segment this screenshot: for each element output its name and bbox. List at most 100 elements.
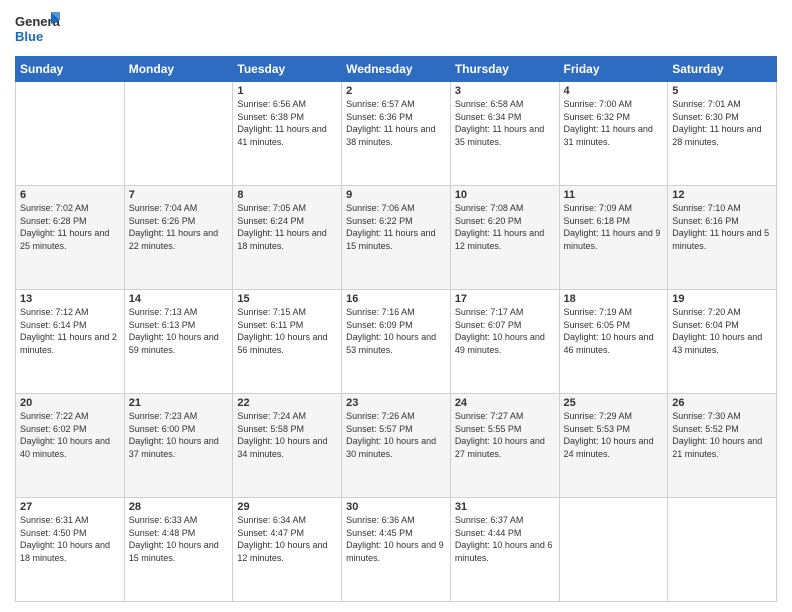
day-number: 20 bbox=[20, 397, 120, 409]
day-number: 16 bbox=[346, 293, 446, 305]
day-number: 31 bbox=[455, 501, 555, 513]
day-cell: 30Sunrise: 6:36 AM Sunset: 4:45 PM Dayli… bbox=[342, 498, 451, 602]
day-cell: 23Sunrise: 7:26 AM Sunset: 5:57 PM Dayli… bbox=[342, 394, 451, 498]
week-row-4: 20Sunrise: 7:22 AM Sunset: 6:02 PM Dayli… bbox=[16, 394, 777, 498]
day-cell bbox=[559, 498, 668, 602]
day-number: 14 bbox=[129, 293, 229, 305]
day-info: Sunrise: 7:23 AM Sunset: 6:00 PM Dayligh… bbox=[129, 410, 229, 460]
day-cell bbox=[124, 82, 233, 186]
day-number: 11 bbox=[564, 189, 664, 201]
day-number: 25 bbox=[564, 397, 664, 409]
day-info: Sunrise: 7:26 AM Sunset: 5:57 PM Dayligh… bbox=[346, 410, 446, 460]
svg-text:Blue: Blue bbox=[15, 29, 43, 44]
day-info: Sunrise: 6:33 AM Sunset: 4:48 PM Dayligh… bbox=[129, 514, 229, 564]
day-number: 8 bbox=[237, 189, 337, 201]
day-cell: 27Sunrise: 6:31 AM Sunset: 4:50 PM Dayli… bbox=[16, 498, 125, 602]
weekday-sunday: Sunday bbox=[16, 57, 125, 82]
day-info: Sunrise: 7:09 AM Sunset: 6:18 PM Dayligh… bbox=[564, 202, 664, 252]
day-number: 1 bbox=[237, 85, 337, 97]
day-cell: 8Sunrise: 7:05 AM Sunset: 6:24 PM Daylig… bbox=[233, 186, 342, 290]
day-cell: 20Sunrise: 7:22 AM Sunset: 6:02 PM Dayli… bbox=[16, 394, 125, 498]
day-cell: 21Sunrise: 7:23 AM Sunset: 6:00 PM Dayli… bbox=[124, 394, 233, 498]
day-info: Sunrise: 7:16 AM Sunset: 6:09 PM Dayligh… bbox=[346, 306, 446, 356]
day-info: Sunrise: 6:58 AM Sunset: 6:34 PM Dayligh… bbox=[455, 98, 555, 148]
day-number: 18 bbox=[564, 293, 664, 305]
day-cell: 18Sunrise: 7:19 AM Sunset: 6:05 PM Dayli… bbox=[559, 290, 668, 394]
week-row-3: 13Sunrise: 7:12 AM Sunset: 6:14 PM Dayli… bbox=[16, 290, 777, 394]
logo-svg: GeneralBlue bbox=[15, 10, 60, 48]
day-number: 29 bbox=[237, 501, 337, 513]
day-cell: 24Sunrise: 7:27 AM Sunset: 5:55 PM Dayli… bbox=[450, 394, 559, 498]
day-info: Sunrise: 6:56 AM Sunset: 6:38 PM Dayligh… bbox=[237, 98, 337, 148]
day-info: Sunrise: 7:22 AM Sunset: 6:02 PM Dayligh… bbox=[20, 410, 120, 460]
day-number: 6 bbox=[20, 189, 120, 201]
day-number: 4 bbox=[564, 85, 664, 97]
day-info: Sunrise: 7:27 AM Sunset: 5:55 PM Dayligh… bbox=[455, 410, 555, 460]
day-info: Sunrise: 7:30 AM Sunset: 5:52 PM Dayligh… bbox=[672, 410, 772, 460]
day-number: 12 bbox=[672, 189, 772, 201]
week-row-1: 1Sunrise: 6:56 AM Sunset: 6:38 PM Daylig… bbox=[16, 82, 777, 186]
day-info: Sunrise: 7:00 AM Sunset: 6:32 PM Dayligh… bbox=[564, 98, 664, 148]
weekday-header-row: SundayMondayTuesdayWednesdayThursdayFrid… bbox=[16, 57, 777, 82]
day-info: Sunrise: 7:19 AM Sunset: 6:05 PM Dayligh… bbox=[564, 306, 664, 356]
weekday-friday: Friday bbox=[559, 57, 668, 82]
weekday-saturday: Saturday bbox=[668, 57, 777, 82]
day-cell: 28Sunrise: 6:33 AM Sunset: 4:48 PM Dayli… bbox=[124, 498, 233, 602]
day-cell: 16Sunrise: 7:16 AM Sunset: 6:09 PM Dayli… bbox=[342, 290, 451, 394]
day-cell: 31Sunrise: 6:37 AM Sunset: 4:44 PM Dayli… bbox=[450, 498, 559, 602]
day-number: 21 bbox=[129, 397, 229, 409]
day-info: Sunrise: 7:01 AM Sunset: 6:30 PM Dayligh… bbox=[672, 98, 772, 148]
day-cell: 12Sunrise: 7:10 AM Sunset: 6:16 PM Dayli… bbox=[668, 186, 777, 290]
day-cell: 1Sunrise: 6:56 AM Sunset: 6:38 PM Daylig… bbox=[233, 82, 342, 186]
day-cell: 11Sunrise: 7:09 AM Sunset: 6:18 PM Dayli… bbox=[559, 186, 668, 290]
day-number: 15 bbox=[237, 293, 337, 305]
day-info: Sunrise: 6:36 AM Sunset: 4:45 PM Dayligh… bbox=[346, 514, 446, 564]
day-info: Sunrise: 7:05 AM Sunset: 6:24 PM Dayligh… bbox=[237, 202, 337, 252]
day-info: Sunrise: 6:57 AM Sunset: 6:36 PM Dayligh… bbox=[346, 98, 446, 148]
day-number: 5 bbox=[672, 85, 772, 97]
day-number: 27 bbox=[20, 501, 120, 513]
weekday-tuesday: Tuesday bbox=[233, 57, 342, 82]
week-row-5: 27Sunrise: 6:31 AM Sunset: 4:50 PM Dayli… bbox=[16, 498, 777, 602]
day-number: 30 bbox=[346, 501, 446, 513]
day-info: Sunrise: 7:24 AM Sunset: 5:58 PM Dayligh… bbox=[237, 410, 337, 460]
logo: GeneralBlue bbox=[15, 10, 60, 48]
day-cell: 6Sunrise: 7:02 AM Sunset: 6:28 PM Daylig… bbox=[16, 186, 125, 290]
day-cell: 2Sunrise: 6:57 AM Sunset: 6:36 PM Daylig… bbox=[342, 82, 451, 186]
day-info: Sunrise: 7:08 AM Sunset: 6:20 PM Dayligh… bbox=[455, 202, 555, 252]
day-number: 3 bbox=[455, 85, 555, 97]
week-row-2: 6Sunrise: 7:02 AM Sunset: 6:28 PM Daylig… bbox=[16, 186, 777, 290]
day-cell: 26Sunrise: 7:30 AM Sunset: 5:52 PM Dayli… bbox=[668, 394, 777, 498]
weekday-monday: Monday bbox=[124, 57, 233, 82]
day-number: 24 bbox=[455, 397, 555, 409]
weekday-wednesday: Wednesday bbox=[342, 57, 451, 82]
weekday-thursday: Thursday bbox=[450, 57, 559, 82]
day-number: 26 bbox=[672, 397, 772, 409]
day-cell: 14Sunrise: 7:13 AM Sunset: 6:13 PM Dayli… bbox=[124, 290, 233, 394]
calendar-table: SundayMondayTuesdayWednesdayThursdayFrid… bbox=[15, 56, 777, 602]
day-number: 9 bbox=[346, 189, 446, 201]
day-cell bbox=[16, 82, 125, 186]
day-number: 2 bbox=[346, 85, 446, 97]
day-info: Sunrise: 7:20 AM Sunset: 6:04 PM Dayligh… bbox=[672, 306, 772, 356]
day-number: 10 bbox=[455, 189, 555, 201]
day-number: 28 bbox=[129, 501, 229, 513]
day-cell: 25Sunrise: 7:29 AM Sunset: 5:53 PM Dayli… bbox=[559, 394, 668, 498]
day-info: Sunrise: 7:10 AM Sunset: 6:16 PM Dayligh… bbox=[672, 202, 772, 252]
page-header: GeneralBlue bbox=[15, 10, 777, 48]
day-cell: 13Sunrise: 7:12 AM Sunset: 6:14 PM Dayli… bbox=[16, 290, 125, 394]
day-cell bbox=[668, 498, 777, 602]
day-number: 7 bbox=[129, 189, 229, 201]
day-info: Sunrise: 7:04 AM Sunset: 6:26 PM Dayligh… bbox=[129, 202, 229, 252]
day-cell: 5Sunrise: 7:01 AM Sunset: 6:30 PM Daylig… bbox=[668, 82, 777, 186]
day-cell: 15Sunrise: 7:15 AM Sunset: 6:11 PM Dayli… bbox=[233, 290, 342, 394]
day-info: Sunrise: 7:15 AM Sunset: 6:11 PM Dayligh… bbox=[237, 306, 337, 356]
day-cell: 17Sunrise: 7:17 AM Sunset: 6:07 PM Dayli… bbox=[450, 290, 559, 394]
day-info: Sunrise: 7:06 AM Sunset: 6:22 PM Dayligh… bbox=[346, 202, 446, 252]
day-cell: 19Sunrise: 7:20 AM Sunset: 6:04 PM Dayli… bbox=[668, 290, 777, 394]
day-info: Sunrise: 7:12 AM Sunset: 6:14 PM Dayligh… bbox=[20, 306, 120, 356]
day-cell: 7Sunrise: 7:04 AM Sunset: 6:26 PM Daylig… bbox=[124, 186, 233, 290]
day-info: Sunrise: 7:17 AM Sunset: 6:07 PM Dayligh… bbox=[455, 306, 555, 356]
day-cell: 29Sunrise: 6:34 AM Sunset: 4:47 PM Dayli… bbox=[233, 498, 342, 602]
day-info: Sunrise: 6:31 AM Sunset: 4:50 PM Dayligh… bbox=[20, 514, 120, 564]
